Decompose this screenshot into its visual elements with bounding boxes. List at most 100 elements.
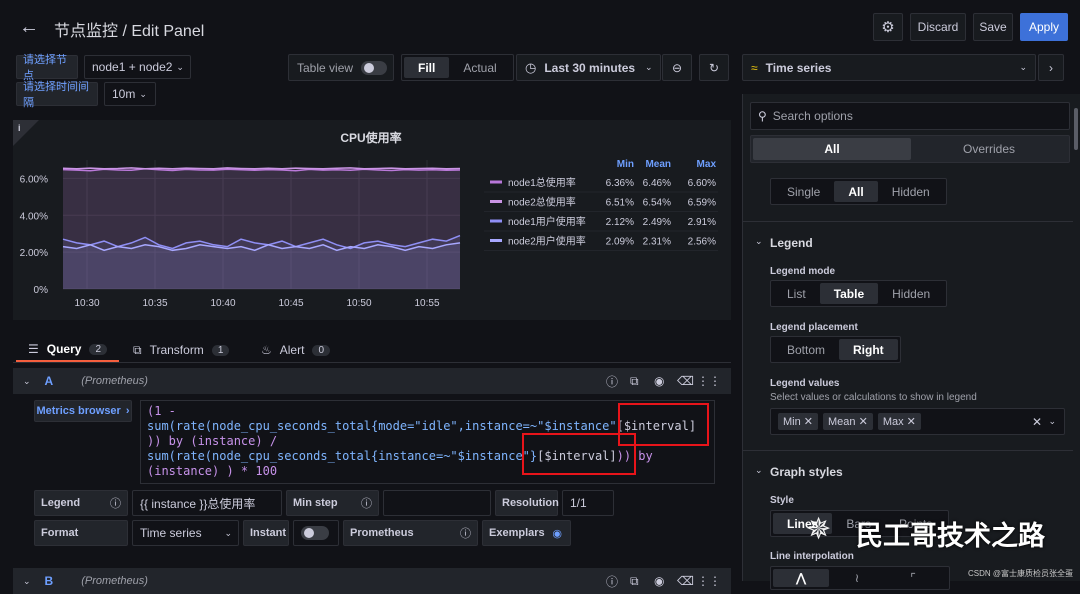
viz-label: Time series [765, 60, 832, 75]
tab-alert-count: 0 [312, 344, 331, 356]
graph-styles-title[interactable]: Graph styles [770, 465, 843, 479]
time-range-label: Last 30 minutes [544, 60, 636, 75]
metrics-browser-button[interactable]: Metrics browser › [34, 400, 132, 422]
highlight-box-2 [522, 433, 636, 475]
tab-all[interactable]: All [753, 138, 911, 160]
chevron-down-icon[interactable]: ⌄ [755, 236, 763, 247]
legend-series-name: node2用户使用率 [508, 235, 586, 248]
trash-icon[interactable]: ⌫ [677, 374, 694, 388]
drag-handle-icon[interactable]: ⋮⋮ [697, 374, 721, 388]
query-a-ref[interactable]: A [45, 374, 54, 388]
instant-toggle[interactable] [301, 526, 329, 540]
resolution-select[interactable]: 1/1 [562, 490, 614, 516]
collapse-icon[interactable]: ⌄ [23, 376, 31, 387]
mode-table[interactable]: Table [819, 283, 879, 304]
tab-alert-label: Alert [279, 343, 305, 357]
legend-section-title[interactable]: Legend [770, 236, 813, 250]
actual-option[interactable]: Actual [449, 57, 510, 78]
instant-toggle-box [293, 520, 339, 546]
chevron-down-icon: ⌄ [1019, 62, 1027, 72]
search-options-input[interactable]: ⚲ Search options [750, 102, 1070, 130]
options-scrollbar[interactable] [1074, 108, 1078, 150]
tab-transform-label: Transform [149, 343, 204, 357]
node-variable-value: node1 + node2 [92, 60, 173, 74]
copy-icon[interactable]: ⧉ [630, 574, 639, 589]
y-tick-label: 0% [34, 285, 49, 296]
chevron-down-icon[interactable]: ⌄ [755, 465, 763, 476]
trash-icon[interactable]: ⌫ [677, 574, 694, 588]
bell-icon: ♨ [261, 343, 272, 357]
chart-svg: 0% 2.00% 4.00% 6.00% 10:30 10:35 10:40 10:45 10:… [20, 159, 718, 309]
search-placeholder: Search options [772, 109, 853, 123]
chip-max[interactable]: Max ✕ [877, 413, 921, 430]
chip-min[interactable]: Min ✕ [778, 413, 819, 430]
query-b-datasource: (Prometheus) [81, 575, 148, 587]
drag-handle-icon[interactable]: ⋮⋮ [697, 574, 721, 588]
legend-value: 6.54% [643, 198, 671, 209]
chip-mean[interactable]: Mean ✕ [823, 413, 873, 430]
zoom-out-button[interactable]: ⊖ [662, 54, 692, 81]
legend-label: Legend ⓘ [34, 490, 128, 516]
format-select[interactable]: Time series ⌄ [132, 520, 239, 546]
tab-query[interactable]: ☰ Query 2 [16, 338, 119, 362]
clear-icon[interactable]: ✕ [1032, 415, 1042, 429]
interp-linear-icon[interactable]: ⋀ [773, 569, 829, 587]
mode-list[interactable]: List [773, 283, 820, 304]
min-step-label: Min step ⓘ [286, 490, 379, 516]
tab-alert[interactable]: ♨ Alert 0 [261, 338, 331, 362]
series-area [63, 242, 460, 289]
back-arrow-icon[interactable]: ← [18, 16, 40, 38]
legend-values-select[interactable]: Min ✕ Mean ✕ Max ✕ ✕ ⌄ [770, 408, 1065, 435]
help-icon[interactable]: ⓘ [606, 373, 618, 390]
page-title: 节点监控 / Edit Panel [54, 23, 205, 40]
exemplars-label: Exemplars ◉ [482, 520, 571, 546]
tab-query-count: 2 [89, 343, 108, 355]
discard-button[interactable]: Discard [910, 13, 966, 41]
interp-step-icon[interactable]: ⌜ [885, 569, 941, 587]
legend-input[interactable]: {{ instance }}总使用率 [132, 490, 282, 516]
collapse-icon[interactable]: ⌄ [23, 576, 31, 587]
eye-icon[interactable]: ◉ [552, 527, 562, 540]
collapse-options-button[interactable]: › [1038, 54, 1064, 81]
filter-all[interactable]: All [834, 181, 878, 202]
legend-value: 6.60% [688, 178, 716, 189]
zoom-out-icon: ⊖ [671, 60, 683, 75]
interval-variable-label: 请选择时间间隔 [16, 81, 98, 109]
tab-transform[interactable]: ⧉ Transform 1 [133, 338, 230, 362]
visualization-picker[interactable]: ≈ Time series ⌄ [742, 54, 1036, 81]
table-view-toggle[interactable]: Table view [288, 54, 394, 81]
chevron-down-icon: ⌄ [139, 88, 147, 99]
query-b-ref[interactable]: B [45, 574, 54, 588]
settings-button[interactable]: ⚙ [873, 13, 903, 41]
info-icon: ⓘ [460, 528, 471, 540]
fill-actual-group: Fill Actual [401, 54, 514, 81]
apply-button[interactable]: Apply [1020, 13, 1068, 41]
place-right[interactable]: Right [839, 339, 898, 360]
time-range-picker[interactable]: ◷ Last 30 minutes ⌄ [516, 54, 661, 81]
refresh-button[interactable]: ↻ [699, 54, 729, 81]
help-icon[interactable]: ⓘ [606, 573, 618, 590]
filter-single[interactable]: Single [773, 181, 834, 202]
database-icon: ☰ [28, 342, 39, 356]
chevron-right-icon: › [125, 405, 130, 417]
save-button[interactable]: Save [973, 13, 1013, 41]
node-variable-select[interactable]: node1 + node2 ⌄ [84, 55, 191, 79]
query-b-row: ⌄ B (Prometheus) ⓘ ⧉ ◉ ⌫ ⋮⋮ [13, 568, 731, 594]
interp-smooth-icon[interactable]: ≀ [829, 569, 885, 587]
toggle-switch[interactable] [361, 60, 388, 75]
interval-variable-select[interactable]: 10m ⌄ [104, 82, 156, 106]
legend-series-name: node1用户使用率 [508, 215, 586, 228]
copy-icon[interactable]: ⧉ [630, 374, 639, 389]
chevron-down-icon: ⌄ [1048, 416, 1056, 426]
instant-label: Instant [243, 520, 289, 546]
min-step-input[interactable] [383, 490, 491, 516]
tab-overrides[interactable]: Overrides [911, 138, 1067, 160]
eye-icon[interactable]: ◉ [654, 574, 664, 588]
fill-option[interactable]: Fill [404, 57, 450, 78]
mode-hidden[interactable]: Hidden [878, 283, 944, 304]
legend-mode-label: Legend mode [770, 266, 836, 277]
place-bottom[interactable]: Bottom [773, 339, 839, 360]
legend-value: 2.09% [606, 237, 634, 248]
eye-icon[interactable]: ◉ [654, 374, 664, 388]
filter-hidden[interactable]: Hidden [878, 181, 944, 202]
